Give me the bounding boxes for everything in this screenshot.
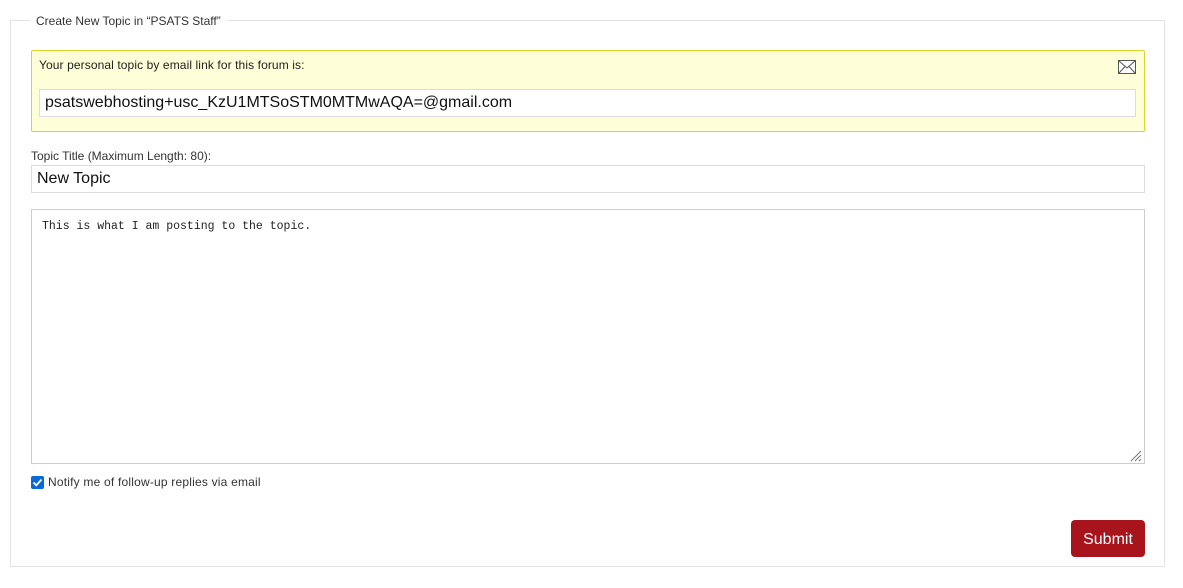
form-legend: Create New Topic in “PSATS Staff”: [30, 13, 227, 29]
envelope-icon[interactable]: [1118, 60, 1136, 74]
notify-option[interactable]: Notify me of follow-up replies via email: [31, 475, 261, 489]
topic-title-label: Topic Title (Maximum Length: 80):: [31, 149, 212, 163]
email-link-notice: Your personal topic by email link for th…: [31, 50, 1145, 132]
email-link-label: Your personal topic by email link for th…: [39, 58, 305, 72]
notify-label[interactable]: Notify me of follow-up replies via email: [48, 475, 261, 489]
checkmark-icon: [32, 478, 43, 487]
email-link-field[interactable]: [39, 89, 1136, 117]
resize-handle-icon[interactable]: [1128, 448, 1142, 462]
notify-checkbox[interactable]: [31, 475, 44, 489]
submit-button[interactable]: Submit: [1071, 520, 1145, 557]
topic-title-input[interactable]: [31, 165, 1145, 193]
topic-body-textarea[interactable]: This is what I am posting to the topic.: [31, 209, 1145, 464]
